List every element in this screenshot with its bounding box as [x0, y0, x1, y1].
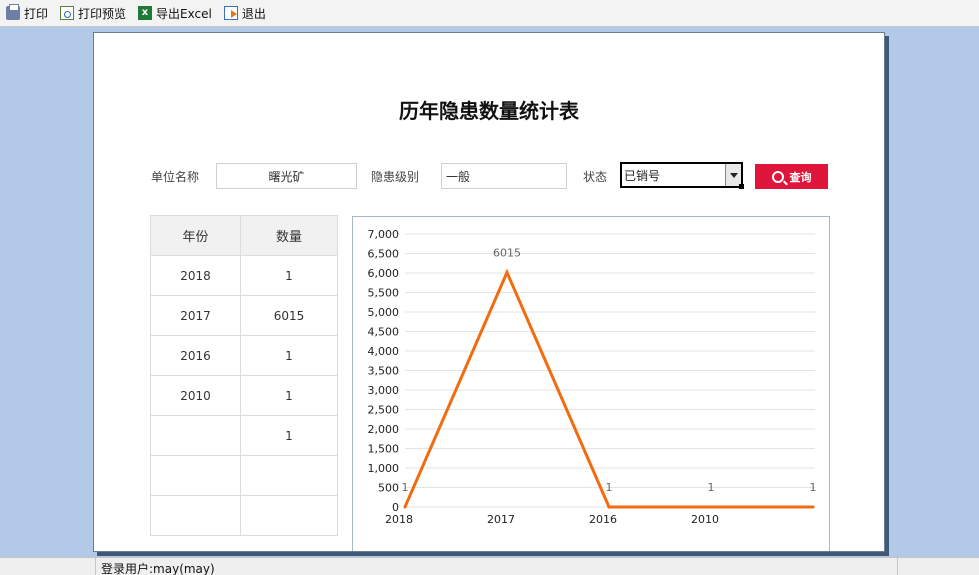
data-point: [403, 505, 407, 509]
table-row: 2017 6015: [150, 295, 338, 336]
unit-name-label: 单位名称: [151, 170, 200, 184]
exit-label: 退出: [241, 6, 266, 21]
count-cell: 1: [240, 335, 338, 376]
data-point: [709, 505, 713, 509]
y-tick-label: 500: [378, 482, 399, 495]
y-tick-label: 4,500: [368, 326, 400, 339]
status-bar-divider: [897, 558, 898, 575]
year-cell: 2016: [150, 335, 241, 376]
y-tick-label: 3,000: [368, 384, 400, 397]
x-tick-label: 2018: [385, 513, 413, 526]
count-cell: 1: [240, 375, 338, 416]
y-tick-label: 1,500: [368, 443, 400, 456]
data-label: 1: [810, 481, 817, 494]
year-cell: 2017: [150, 295, 241, 336]
count-cell: 1: [240, 415, 338, 456]
count-cell: [240, 455, 338, 496]
select-resize-handle: [739, 184, 744, 189]
column-header-year: 年份: [150, 215, 241, 256]
y-tick-label: 6,000: [368, 267, 400, 280]
y-tick-label: 2,500: [368, 404, 400, 417]
count-cell: [240, 495, 338, 536]
report-page: 历年隐患数量统计表 单位名称 隐患级别 状态 已销号 查询 年份 数量 2018…: [93, 32, 885, 552]
data-label: 1: [708, 481, 715, 494]
year-cell: [150, 455, 241, 496]
table-row: [150, 495, 338, 536]
logged-in-user: 登录用户:may(may): [101, 562, 215, 575]
count-cell: 6015: [240, 295, 338, 336]
report-title: 历年隐患数量统计表: [399, 99, 579, 123]
status-select[interactable]: 已销号: [620, 162, 743, 188]
x-tick-label: 2010: [691, 513, 719, 526]
count-cell: 1: [240, 255, 338, 296]
data-point: [607, 505, 611, 509]
data-label: 6015: [493, 246, 521, 259]
year-cell: [150, 495, 241, 536]
printer-icon: [6, 4, 20, 20]
y-tick-label: 4,000: [368, 345, 400, 358]
y-tick-label: 1,000: [368, 462, 400, 475]
table-row: [150, 455, 338, 496]
print-button[interactable]: 打印: [4, 2, 50, 24]
y-tick-label: 5,500: [368, 287, 400, 300]
table-header-row: 年份 数量: [150, 215, 338, 256]
status-label: 状态: [583, 170, 608, 184]
table-row: 2016 1: [150, 335, 338, 376]
data-point: [811, 505, 815, 509]
print-label: 打印: [24, 6, 49, 21]
line-chart: 0 500 1,000 1,500 2,000 2,500 3,000 3,500 4,000 4…: [352, 216, 830, 551]
hazard-level-label: 隐患级别: [371, 170, 420, 184]
y-tick-label: 7,000: [368, 228, 400, 241]
table-row: 2018 1: [150, 255, 338, 296]
y-tick-label: 5,000: [368, 306, 400, 319]
year-cell: 2018: [150, 255, 241, 296]
data-label: 1: [402, 481, 409, 494]
x-tick-label: 2017: [487, 513, 515, 526]
hazard-level-input[interactable]: [441, 163, 567, 189]
column-header-count: 数量: [240, 215, 338, 256]
print-preview-label: 打印预览: [78, 6, 127, 21]
search-icon: [771, 170, 784, 183]
print-preview-button[interactable]: 打印预览: [58, 2, 128, 24]
table-row: 1: [150, 415, 338, 456]
y-tick-label: 6,500: [368, 248, 400, 261]
year-cell: 2010: [150, 375, 241, 416]
exit-icon: [223, 6, 238, 20]
status-select-value: 已销号: [624, 168, 661, 183]
x-tick-label: 2016: [589, 513, 617, 526]
y-tick-label: 3,500: [368, 365, 400, 378]
data-point: [505, 270, 509, 274]
query-button[interactable]: 查询: [755, 164, 828, 189]
query-button-label: 查询: [789, 170, 812, 184]
chevron-down-icon[interactable]: [725, 164, 741, 186]
status-bar-cell: [0, 558, 96, 575]
excel-icon: x: [138, 6, 153, 20]
table-row: 2010 1: [150, 375, 338, 416]
data-label: 1: [606, 481, 613, 494]
status-bar: 登录用户:may(may): [0, 557, 979, 575]
y-tick-label: 2,000: [368, 423, 400, 436]
line-chart-svg: 05001,0001,5002,0002,5003,0003,5004,0004…: [368, 228, 817, 526]
toolbar: 打印 打印预览 x 导出Excel 退出: [0, 0, 979, 27]
year-cell: [150, 415, 241, 456]
export-excel-label: 导出Excel: [156, 6, 212, 21]
preview-icon: [60, 6, 75, 20]
unit-name-input[interactable]: [216, 163, 357, 189]
export-excel-button[interactable]: x 导出Excel: [136, 2, 214, 24]
data-table: 年份 数量 2018 1 2017 6015 2016 1 2010 1 1: [150, 215, 338, 536]
exit-button[interactable]: 退出: [222, 2, 268, 24]
